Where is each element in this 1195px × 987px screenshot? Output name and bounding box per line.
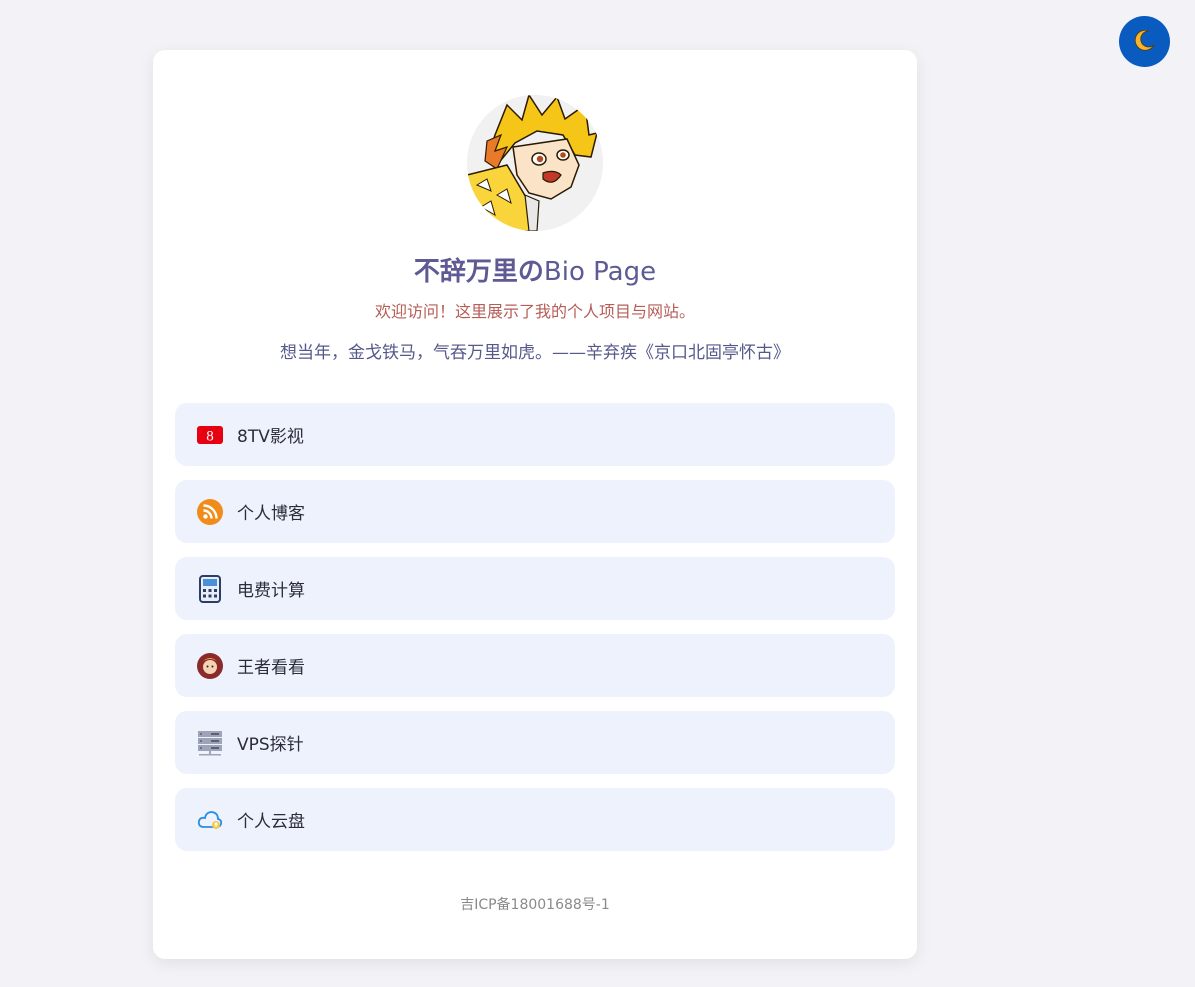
link-vps-probe[interactable]: VPS探针 <box>175 711 895 774</box>
link-electricity-calc[interactable]: 电费计算 <box>175 557 895 620</box>
link-list: 8 8TV影视 个人博客 电费计算 王者看看 VPS探针 个人云盘 <box>175 403 895 865</box>
link-label: 个人博客 <box>237 504 305 524</box>
link-label: 个人云盘 <box>237 812 305 832</box>
rss-icon <box>197 498 223 525</box>
bio-card: 不辞万里のBio Page 欢迎访问！这里展示了我的个人项目与网站。 想当年，金… <box>153 50 917 959</box>
quote-text: 想当年，金戈铁马，气吞万里如虎。——辛弃疾《京口北固亭怀古》 <box>280 343 790 363</box>
link-label: 王者看看 <box>237 658 305 678</box>
link-cloud-drive[interactable]: 个人云盘 <box>175 788 895 851</box>
moon-icon <box>1132 27 1158 57</box>
link-blog[interactable]: 个人博客 <box>175 480 895 543</box>
game-avatar-icon <box>197 652 223 679</box>
profile-avatar <box>467 95 603 231</box>
page-title: 不辞万里のBio Page <box>153 254 917 290</box>
title-suffix: Bio Page <box>543 257 657 287</box>
server-icon <box>197 730 223 756</box>
link-8tv[interactable]: 8 8TV影视 <box>175 403 895 466</box>
8tv-icon: 8 <box>197 422 223 448</box>
title-name: 不辞万里の <box>413 257 544 287</box>
link-label: VPS探针 <box>237 735 304 755</box>
link-label: 电费计算 <box>237 581 305 601</box>
link-label: 8TV影视 <box>237 427 304 447</box>
calculator-icon <box>197 574 223 603</box>
svg-text:8: 8 <box>206 428 214 444</box>
welcome-subtitle: 欢迎访问！这里展示了我的个人项目与网站。 <box>374 302 695 321</box>
link-king-view[interactable]: 王者看看 <box>175 634 895 697</box>
cloud-icon <box>197 807 223 833</box>
theme-toggle-button[interactable] <box>1119 16 1170 67</box>
icp-footer[interactable]: 吉ICP备18001688号-1 <box>153 894 917 914</box>
